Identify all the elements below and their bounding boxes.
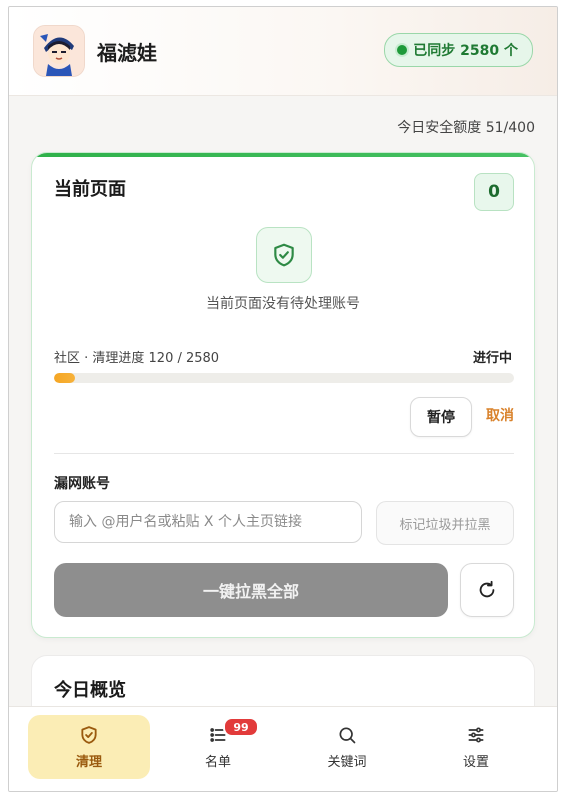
tab-list[interactable]: 99 名单: [157, 715, 279, 779]
missed-accounts-label: 漏网账号: [54, 476, 110, 492]
tab-clean[interactable]: 清理: [28, 715, 150, 779]
sync-dot-icon: [397, 45, 408, 55]
daily-quota: 今日安全额度 51/400: [397, 120, 535, 136]
divider: [54, 453, 514, 454]
app-title: 福滤娃: [97, 41, 157, 65]
tab-keywords[interactable]: 关键词: [286, 715, 408, 779]
shield-check-icon: [81, 725, 97, 744]
refresh-icon: [479, 580, 495, 598]
refresh-button[interactable]: [460, 563, 514, 617]
overview-title: 今日概览: [54, 680, 126, 701]
app-window: 福滤娃 已同步 2580 个 今日安全额度 51/400 当前页面 0 当前页面…: [8, 6, 558, 792]
list-count-badge: 99: [223, 717, 259, 737]
sliders-icon: [468, 727, 484, 742]
block-all-button[interactable]: 一键拉黑全部: [54, 563, 448, 617]
tab-clean-label: 清理: [75, 754, 102, 770]
current-page-card: 当前页面 0 当前页面没有待处理账号 社区 · 清理进度 120 / 2580 …: [31, 152, 535, 638]
sync-status-text: 已同步 2580 个: [413, 43, 518, 59]
header: 福滤娃 已同步 2580 个: [9, 7, 557, 96]
app-logo: [33, 25, 85, 77]
mark-spam-block-button[interactable]: 标记垃圾并拉黑: [376, 501, 514, 545]
tab-keywords-label: 关键词: [327, 754, 367, 770]
card-accent-bar: [32, 153, 534, 157]
pause-button[interactable]: 暂停: [410, 397, 472, 437]
current-page-title: 当前页面: [54, 179, 126, 200]
account-input[interactable]: [54, 501, 362, 543]
tab-list-label: 名单: [204, 754, 231, 770]
tab-settings-label: 设置: [462, 754, 489, 770]
progress-bar: [54, 373, 514, 383]
shield-check-icon: [256, 227, 312, 283]
progress-status: 进行中: [472, 351, 512, 366]
cancel-button[interactable]: 取消: [486, 405, 514, 425]
progress-label: 社区 · 清理进度 120 / 2580: [54, 351, 220, 366]
progress-bar-fill: [54, 373, 76, 383]
pending-count-badge: 0: [474, 173, 514, 211]
tab-settings[interactable]: 设置: [415, 715, 537, 779]
sync-status-badge[interactable]: 已同步 2580 个: [384, 33, 533, 67]
empty-state-message: 当前页面没有待处理账号: [206, 296, 360, 312]
search-icon: [339, 727, 356, 743]
bottom-tab-bar: 清理 99 名单 关键词 设置: [9, 706, 557, 791]
